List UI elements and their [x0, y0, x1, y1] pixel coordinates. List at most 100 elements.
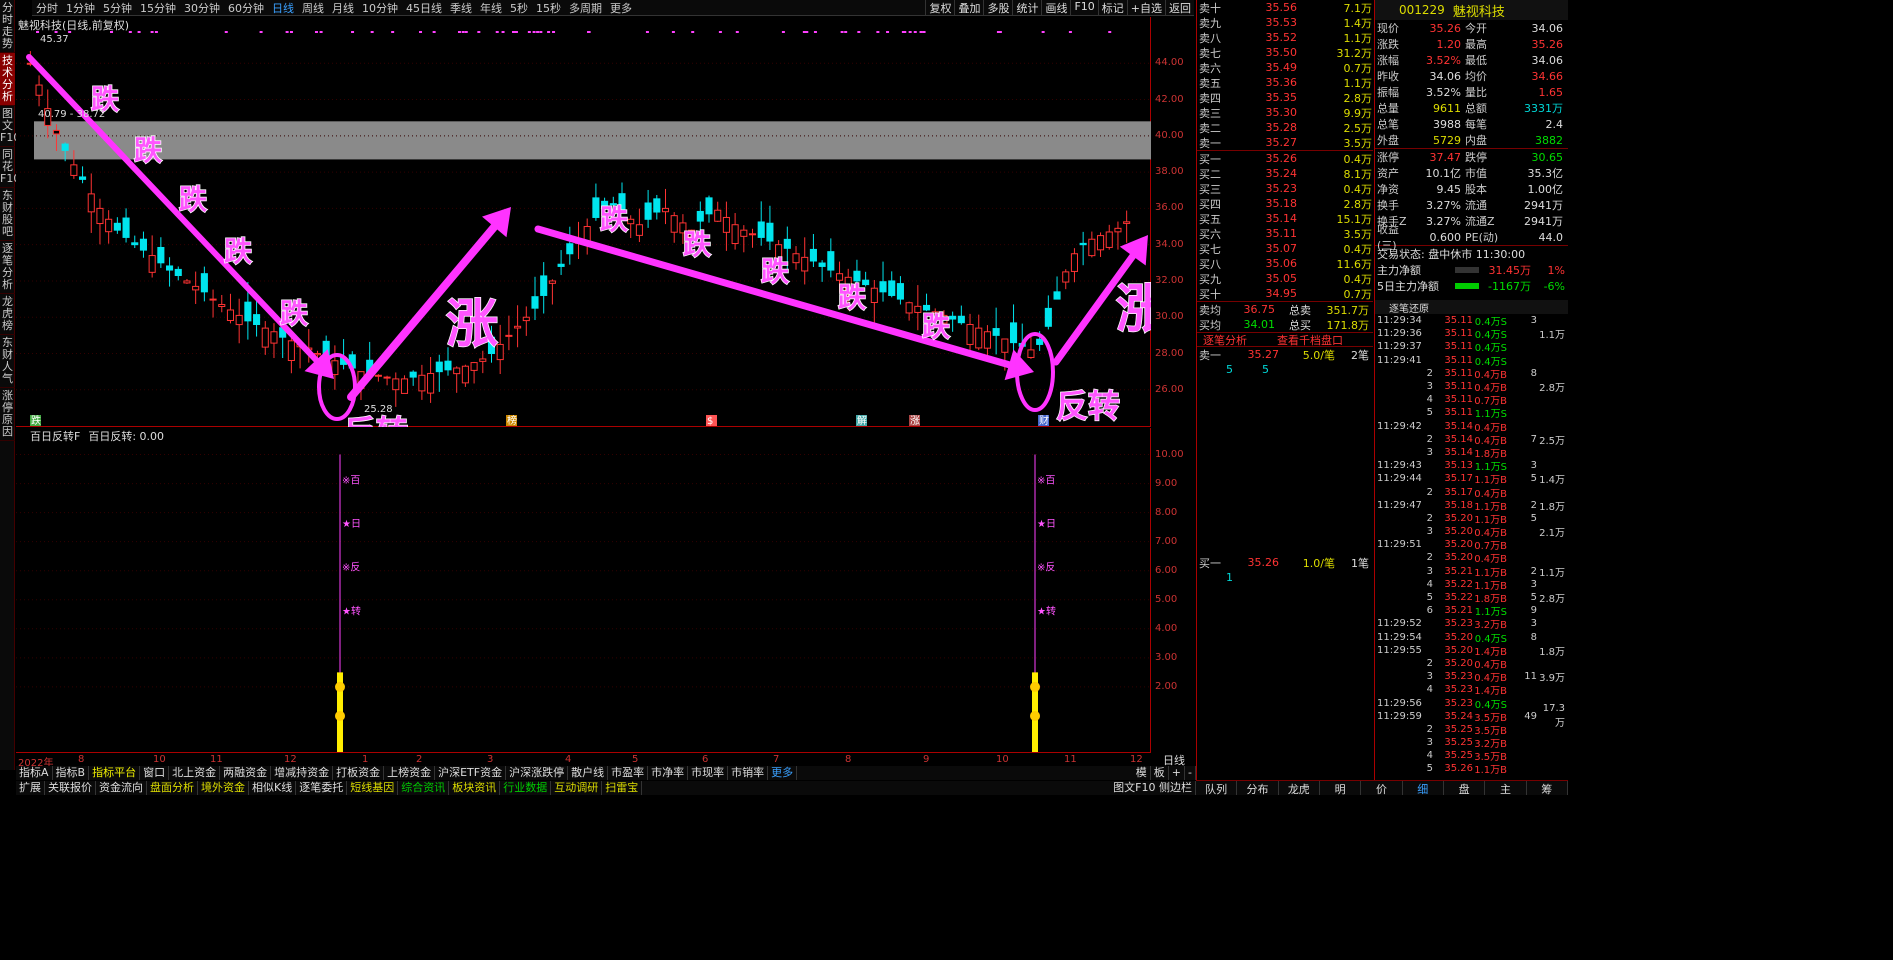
tabs-control[interactable]: 模: [1133, 766, 1151, 780]
right-tab[interactable]: 盘: [1444, 781, 1486, 796]
left-tab[interactable]: 同花F10: [0, 147, 20, 188]
tabs-control[interactable]: 板: [1151, 766, 1169, 780]
tick-price: 35.11: [1444, 315, 1473, 327]
indicator-tab[interactable]: 市现率: [688, 766, 729, 780]
indicator-tab[interactable]: 指标平台: [89, 766, 141, 780]
kline-chart[interactable]: 跌跌跌跌跌跌跌跌跌跌涨涨反转反转45.3740.79 - 38.7225.28跌…: [16, 17, 1169, 452]
toolbar-button[interactable]: 统计: [1012, 0, 1041, 15]
toolbar-button[interactable]: 标记: [1097, 0, 1127, 15]
bottom-tab[interactable]: 互动调研: [551, 781, 603, 795]
indicator-tab[interactable]: 散户线: [568, 766, 609, 780]
left-tab[interactable]: 技术分析: [0, 53, 15, 106]
indicator-tab[interactable]: 市销率: [728, 766, 769, 780]
indicator-tab[interactable]: 指标A: [16, 766, 53, 780]
bottom-tab[interactable]: 资金流向: [96, 781, 147, 795]
left-tab[interactable]: 龙虎榜: [0, 294, 15, 335]
indicator-tab[interactable]: 增减持资金: [271, 766, 334, 780]
bottom-tab[interactable]: 盘面分析: [147, 781, 198, 795]
indicator-tab[interactable]: 北上资金: [169, 766, 221, 780]
bottom-tab[interactable]: 综合资讯: [398, 781, 450, 795]
toolbar-button[interactable]: F10: [1070, 0, 1097, 15]
timeframe-tab[interactable]: 季线: [446, 0, 476, 15]
timeframe-tab[interactable]: 多周期: [565, 0, 606, 15]
indicator-tick: 8.00: [1155, 506, 1178, 518]
toolbar-button[interactable]: 叠加: [954, 0, 983, 15]
timeframe-tab[interactable]: 30分钟: [180, 0, 224, 15]
bottom-tab[interactable]: 扫雷宝: [602, 781, 643, 795]
toolbar-button[interactable]: +自选: [1126, 0, 1165, 15]
bottom-tab[interactable]: 短线基因: [347, 781, 399, 795]
timeframe-tab[interactable]: 1分钟: [62, 0, 99, 15]
left-tab[interactable]: 涨停原因: [0, 388, 15, 441]
left-tab[interactable]: 东财股吧: [0, 188, 15, 241]
panel-link[interactable]: 逐笔分析: [1197, 332, 1253, 348]
annotation-die: 跌: [683, 228, 711, 261]
signal-dot: [802, 31, 806, 33]
tabs-control[interactable]: +: [1169, 766, 1186, 780]
ask-price: 35.36: [1265, 76, 1298, 89]
toolbar-button[interactable]: 多股: [983, 0, 1012, 15]
left-tab[interactable]: 东财人气: [0, 335, 15, 388]
bid-row: 买八 35.06 11.6万: [1197, 256, 1373, 271]
indicator-tab[interactable]: 指标B: [53, 766, 90, 780]
timeframe-tab[interactable]: 60分钟: [224, 0, 268, 15]
right-tab[interactable]: 价: [1361, 781, 1403, 796]
tabs-control[interactable]: -: [1185, 766, 1196, 780]
indicator-tab[interactable]: 更多: [768, 766, 798, 780]
ask-price: 35.30: [1265, 106, 1298, 119]
indicator-tab[interactable]: 两融资金: [220, 766, 272, 780]
bottom-tab[interactable]: 相似K线: [249, 781, 297, 795]
right-tab[interactable]: 分布: [1237, 781, 1279, 796]
indicator-tab[interactable]: 窗口: [140, 766, 170, 780]
timeframe-tab[interactable]: 更多: [606, 0, 636, 15]
bottom-tab[interactable]: 扩展: [16, 781, 45, 795]
indicator-tab[interactable]: 打板资金: [333, 766, 385, 780]
tick-row: 2 35.11 0.4万B 8: [1375, 367, 1568, 381]
toolbar-button[interactable]: 画线: [1041, 0, 1070, 15]
bottom-tab[interactable]: 关联报价: [45, 781, 96, 795]
timeframe-tab[interactable]: 5分钟: [99, 0, 136, 15]
timeframe-tab[interactable]: 月线: [328, 0, 358, 15]
indicator-tab[interactable]: 市净率: [648, 766, 689, 780]
timeframe-tab[interactable]: 分时: [32, 0, 62, 15]
timeframe-tab[interactable]: 45日线: [402, 0, 446, 15]
bid-label: 买十: [1199, 287, 1221, 301]
left-tab[interactable]: 图文F10: [0, 106, 20, 147]
indicator-chart[interactable]: ※百 ★日 ※反 ★转 ※百 ★日 ※反 ★转 百日反转F 百日反转: 0.00: [16, 428, 1151, 753]
right-tab[interactable]: 细: [1403, 781, 1444, 796]
fund-value: 3.27%: [1426, 214, 1461, 228]
right-tab[interactable]: 明: [1320, 781, 1362, 796]
left-tab[interactable]: 分时走势: [0, 0, 15, 53]
bottom-tab[interactable]: 逐笔委托: [296, 781, 348, 795]
fund-key: 跌停: [1465, 151, 1487, 164]
right-tab[interactable]: 龙虎: [1279, 781, 1320, 796]
timeframe-tab[interactable]: 10分钟: [358, 0, 402, 15]
timeframe-tab[interactable]: 年线: [476, 0, 506, 15]
indicator-tab[interactable]: 沪深ETF资金: [435, 766, 507, 780]
bottom-tab[interactable]: 板块资讯: [449, 781, 501, 795]
panel-link[interactable]: 查看千档盘口: [1271, 332, 1349, 348]
mainflow-pct: 1%: [1547, 263, 1565, 277]
signal-dot: [536, 31, 540, 33]
timeframe-tab[interactable]: 15秒: [532, 0, 565, 15]
indicator-tab[interactable]: 市盈率: [608, 766, 649, 780]
left-tab[interactable]: 逐笔分析: [0, 241, 15, 294]
sidebar-toggle[interactable]: 图文F10 侧边栏: [1110, 781, 1196, 795]
candle-body: [627, 218, 635, 225]
toolbar-button[interactable]: 复权: [925, 0, 954, 15]
bottom-tab[interactable]: 境外资金: [198, 781, 249, 795]
bid-label: 买一: [1199, 152, 1221, 166]
timeframe-tab[interactable]: 15分钟: [136, 0, 180, 15]
timeframe-tab[interactable]: 周线: [298, 0, 328, 15]
timeframe-tab[interactable]: 5秒: [506, 0, 532, 15]
right-tab[interactable]: 主: [1485, 781, 1527, 796]
indicator-tab[interactable]: 上榜资金: [384, 766, 436, 780]
indicator-tab[interactable]: 沪深涨跌停: [506, 766, 569, 780]
fund-value: 37.47: [1429, 150, 1462, 164]
right-tab[interactable]: 筹: [1527, 781, 1568, 796]
right-tab[interactable]: 队列: [1196, 781, 1238, 796]
toolbar-button[interactable]: 返回: [1165, 0, 1194, 15]
timeframe-tab[interactable]: 日线: [268, 0, 298, 15]
bottom-tab[interactable]: 行业数据: [500, 781, 552, 795]
queue-label: 卖一: [1199, 348, 1221, 362]
